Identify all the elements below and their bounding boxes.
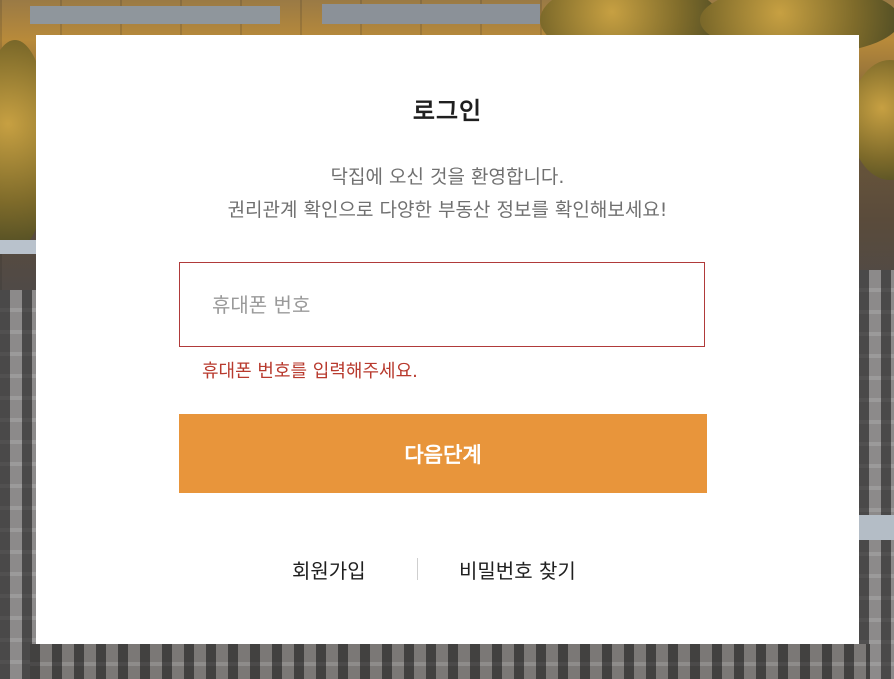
background-roof [322,4,540,24]
background-building [0,290,36,679]
background-building [859,270,894,679]
background-roof [30,6,280,24]
welcome-message: 닥집에 오신 것을 환영합니다. 권리관계 확인으로 다양한 부동산 정보를 확… [36,161,859,227]
signup-link[interactable]: 회원가입 [292,555,366,584]
next-step-button[interactable]: 다음단계 [179,414,707,493]
account-links: 회원가입 비밀번호 찾기 [36,555,859,585]
phone-number-input[interactable] [180,263,704,346]
background-roof [0,240,36,254]
login-title: 로그인 [412,97,483,125]
link-divider [417,558,418,580]
phone-field-container [179,262,705,347]
welcome-line-1: 닥집에 오신 것을 환영합니다. [330,166,565,188]
phone-error-message: 휴대폰 번호를 입력해주세요. [202,361,418,382]
background-photo: 로그인 닥집에 오신 것을 환영합니다. 권리관계 확인으로 다양한 부동산 정… [0,0,894,679]
login-card: 로그인 닥집에 오신 것을 환영합니다. 권리관계 확인으로 다양한 부동산 정… [36,35,859,644]
find-password-link[interactable]: 비밀번호 찾기 [459,555,576,584]
background-roof [859,515,894,540]
background-building [30,644,870,679]
welcome-line-2: 권리관계 확인으로 다양한 부동산 정보를 확인해보세요! [227,199,668,221]
